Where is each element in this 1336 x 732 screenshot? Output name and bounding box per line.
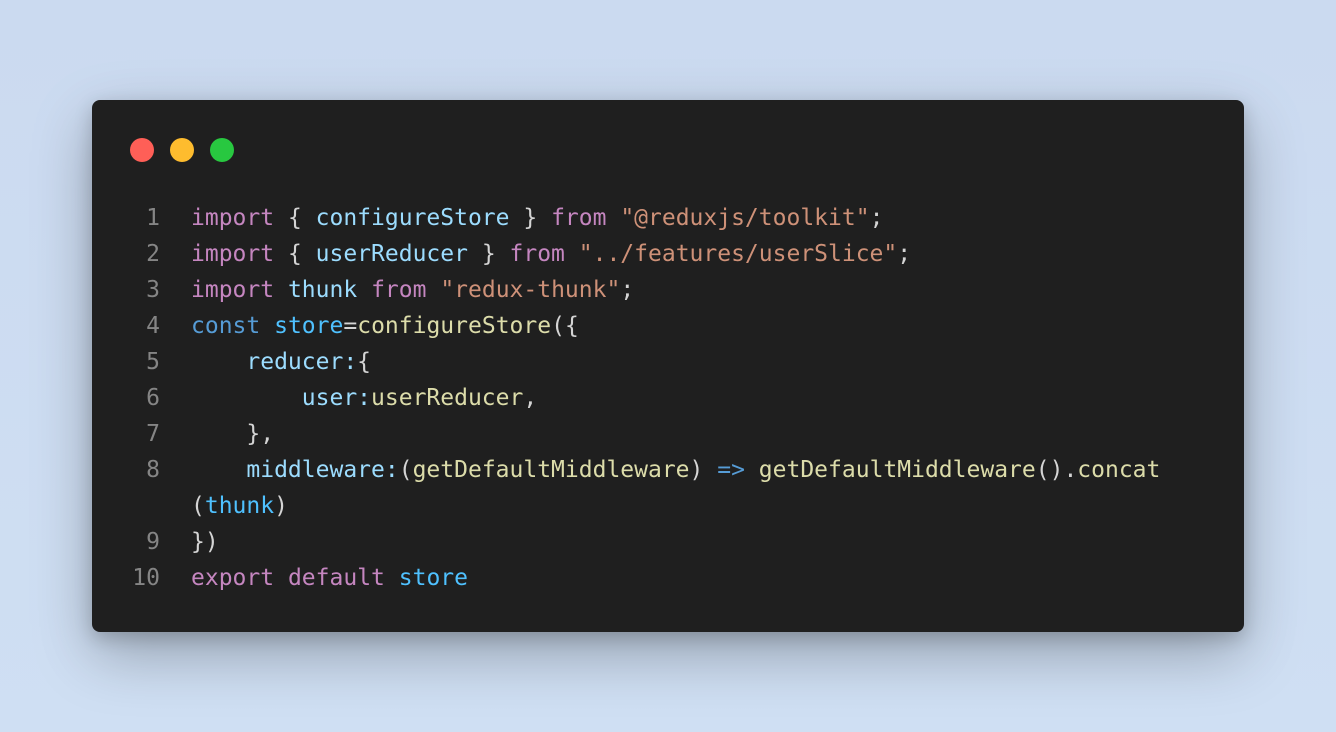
- line-number: 7: [146, 421, 160, 447]
- background-canvas: 1 import { configureStore } from "@reduxj…: [0, 0, 1336, 732]
- code-token: (: [191, 493, 205, 519]
- code-token: concat: [1077, 457, 1161, 483]
- line-number: 9: [146, 529, 160, 555]
- line-number: 8: [146, 457, 160, 483]
- code-token: from: [551, 205, 607, 231]
- code-token: thunk: [204, 493, 275, 519]
- code-line: 7 },: [92, 416, 1244, 452]
- code-token: export: [191, 565, 275, 591]
- code-line: 4 const store=configureStore({: [92, 308, 1244, 344]
- code-text: reducer:{: [160, 344, 371, 380]
- code-token: reducer:: [246, 349, 358, 375]
- code-line: 9}): [92, 524, 1244, 560]
- code-token: {: [357, 349, 372, 375]
- code-token: },: [191, 421, 275, 447]
- code-token: import: [191, 205, 275, 231]
- code-line: 8 middleware:(getDefaultMiddleware) => g…: [92, 452, 1244, 488]
- code-line: 2 import { userReducer } from "../feature…: [92, 236, 1244, 272]
- code-line: 3 import thunk from "redux-thunk";: [92, 272, 1244, 308]
- close-button[interactable]: [130, 138, 154, 162]
- code-text: import { configureStore } from "@reduxjs…: [160, 200, 883, 236]
- code-token: ): [689, 457, 718, 483]
- code-token: {: [274, 241, 316, 267]
- code-token: user:: [301, 385, 372, 411]
- code-token: ,: [523, 385, 538, 411]
- minimize-button[interactable]: [170, 138, 194, 162]
- code-line: 10 export default store: [92, 560, 1244, 596]
- code-line: (thunk): [92, 488, 1244, 524]
- code-text: export default store: [160, 560, 468, 596]
- line-number: 10: [132, 565, 160, 591]
- code-token: "../features/userSlice": [578, 241, 898, 267]
- code-line: 6 user:userReducer,: [92, 380, 1244, 416]
- code-text: (thunk): [160, 488, 288, 524]
- code-token: ;: [869, 205, 884, 231]
- code-token: thunk: [287, 277, 358, 303]
- code-text: user:userReducer,: [160, 380, 537, 416]
- code-text: import { userReducer } from "../features…: [160, 236, 911, 272]
- code-text: middleware:(getDefaultMiddleware) => get…: [160, 452, 1160, 488]
- code-token: userReducer: [315, 241, 468, 267]
- line-number: 3: [146, 277, 160, 303]
- code-text: }): [160, 524, 219, 560]
- code-token: {: [274, 205, 316, 231]
- code-token: import: [191, 241, 275, 267]
- code-token: const: [191, 313, 261, 339]
- code-text: const store=configureStore({: [160, 308, 579, 344]
- code-token: }): [191, 529, 219, 555]
- code-token: default: [287, 565, 385, 591]
- code-token: configureStore: [315, 205, 510, 231]
- code-token: ({: [551, 313, 579, 339]
- code-token: "@reduxjs/toolkit": [620, 205, 870, 231]
- code-token: (: [398, 457, 413, 483]
- code-token: from: [509, 241, 565, 267]
- code-block: 1 import { configureStore } from "@reduxj…: [92, 200, 1244, 596]
- code-token: userReducer: [371, 385, 524, 411]
- code-token: =>: [717, 457, 745, 483]
- code-token: =: [343, 313, 358, 339]
- code-text: },: [160, 416, 274, 452]
- code-token: }: [467, 241, 510, 267]
- line-number: 5: [146, 349, 160, 375]
- maximize-button[interactable]: [210, 138, 234, 162]
- line-number: 1: [146, 205, 160, 231]
- line-number: 2: [146, 241, 160, 267]
- code-text: import thunk from "redux-thunk";: [160, 272, 634, 308]
- window-controls: [130, 138, 234, 162]
- code-token: getDefaultMiddleware: [758, 457, 1036, 483]
- line-number: 4: [146, 313, 160, 339]
- line-number: [92, 488, 160, 524]
- code-line: 1 import { configureStore } from "@reduxj…: [92, 200, 1244, 236]
- code-token: store: [274, 313, 344, 339]
- code-token: }: [509, 205, 552, 231]
- code-token: ): [274, 493, 288, 519]
- line-number: 6: [146, 385, 160, 411]
- code-token: ().: [1035, 457, 1078, 483]
- code-token: import: [191, 277, 275, 303]
- code-window: 1 import { configureStore } from "@reduxj…: [92, 100, 1244, 632]
- code-token: "redux-thunk": [440, 277, 621, 303]
- code-token: store: [398, 565, 468, 591]
- code-token: from: [371, 277, 427, 303]
- code-token: ;: [620, 277, 635, 303]
- code-token: middleware:: [246, 457, 399, 483]
- code-line: 5 reducer:{: [92, 344, 1244, 380]
- code-token: configureStore: [357, 313, 552, 339]
- code-token: ;: [897, 241, 912, 267]
- code-token: getDefaultMiddleware: [412, 457, 690, 483]
